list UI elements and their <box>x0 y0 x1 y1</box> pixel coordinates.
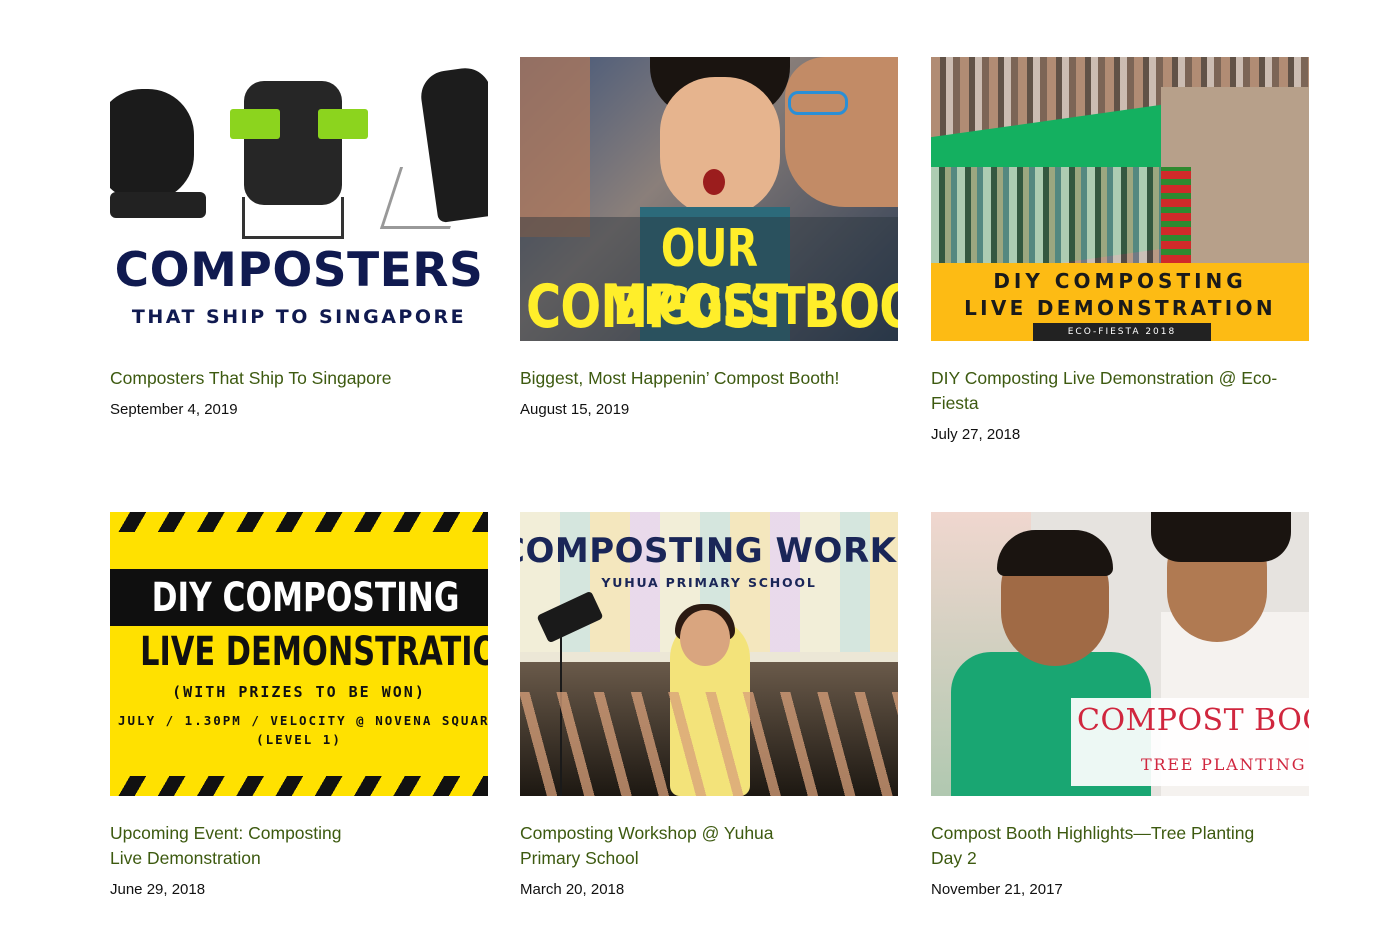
thumbnail-headline: COMPOSTING WORKSHOP <box>520 531 898 571</box>
thumbnail-subline: COMPOST BOOTH YET <box>526 272 898 341</box>
post-thumbnail[interactable]: COMPOSTING WORKSHOP YUHUA PRIMARY SCHOOL <box>520 512 898 796</box>
thumbnail-venue-line: JULY / 1.30PM / VELOCITY @ NOVENA SQUARE <box>118 713 488 728</box>
post-date: June 29, 2018 <box>110 881 206 898</box>
raised-hands-graphic <box>520 692 898 796</box>
post-thumbnail[interactable]: OUR BIGGEST COMPOST BOOTH YET <box>520 57 898 341</box>
thumbnail-prizes-line: (WITH PRIZES TO BE WON) <box>172 683 426 701</box>
post-title-link[interactable]: Composting Workshop @ Yuhua Primary Schoo… <box>520 821 898 871</box>
green-handle-graphic <box>318 109 368 139</box>
boy-face-graphic <box>785 57 898 207</box>
post-card: DIY COMPOSTING LIVE DEMONSTRATION ECO-FI… <box>931 57 1309 445</box>
thumbnail-subline: TREE PLANTING DAY <box>1141 755 1309 774</box>
thumbnail-subline: LIVE DEMONSTRATION <box>964 296 1276 320</box>
post-thumbnail[interactable]: COMPOST BOOTH TREE PLANTING DAY <box>931 512 1309 796</box>
glasses-graphic <box>788 91 848 115</box>
post-title-link[interactable]: Composters That Ship To Singapore <box>110 366 488 391</box>
post-card: OUR BIGGEST COMPOST BOOTH YET Biggest, M… <box>520 57 898 420</box>
post-title-link[interactable]: Upcoming Event: Composting Live Demonstra… <box>110 821 488 871</box>
girl-hair-graphic <box>1151 512 1291 562</box>
post-date: March 20, 2018 <box>520 881 625 898</box>
presenter-head-graphic <box>680 610 730 666</box>
post-title-link[interactable]: Compost Booth Highlights—Tree Planting Da… <box>931 821 1309 871</box>
post-date: August 15, 2019 <box>520 401 630 418</box>
girl-mouth-graphic <box>703 169 725 195</box>
post-title-link[interactable]: DIY Composting Live Demonstration @ Eco-… <box>931 366 1309 416</box>
post-thumbnail[interactable]: DIY COMPOSTING LIVE DEMONSTRATION (WITH … <box>110 512 488 796</box>
blog-archive-page: { "posts": [ { "title": "Composters That… <box>0 0 1392 927</box>
post-card: COMPOST BOOTH TREE PLANTING DAY Compost … <box>931 512 1309 900</box>
post-title-line: Upcoming Event: Composting <box>110 823 342 843</box>
post-title-line: Day 2 <box>931 848 977 868</box>
hazard-stripe <box>110 512 488 532</box>
audience-graphic <box>931 167 1171 263</box>
post-date: July 27, 2018 <box>931 426 1021 443</box>
post-thumbnail[interactable]: DIY COMPOSTING LIVE DEMONSTRATION ECO-FI… <box>931 57 1309 341</box>
boy-hair-graphic <box>997 530 1113 576</box>
post-date: September 4, 2019 <box>110 401 238 418</box>
post-title-line: Compost Booth Highlights—Tree Planting <box>931 823 1255 843</box>
post-card: DIY COMPOSTING LIVE DEMONSTRATION (WITH … <box>110 512 488 900</box>
post-title-line: Primary School <box>520 848 639 868</box>
thumbnail-headline: COMPOSTERS <box>114 243 484 298</box>
thumbnail-headline: COMPOST BOOTH <box>1077 703 1309 738</box>
thumbnail-tag: ECO-FIESTA 2018 <box>1033 323 1211 341</box>
thumbnail-headline: DIY COMPOSTING <box>151 575 460 621</box>
background-crowd-graphic <box>520 57 590 237</box>
green-handle-graphic <box>230 109 280 139</box>
hazard-stripe <box>110 776 488 796</box>
post-title-line: Live Demonstration <box>110 848 261 868</box>
tumbler-composter-graphic <box>244 81 342 205</box>
post-thumbnail[interactable]: COMPOSTERS THAT SHIP TO SINGAPORE <box>110 57 488 341</box>
post-title-link[interactable]: Biggest, Most Happenin’ Compost Booth! <box>520 366 898 391</box>
stand-legs-graphic <box>242 197 344 239</box>
post-card: COMPOSTING WORKSHOP YUHUA PRIMARY SCHOOL… <box>520 512 898 900</box>
drum-base-graphic <box>110 192 206 218</box>
girl-face-graphic <box>660 77 780 217</box>
thumbnail-subline: YUHUA PRIMARY SCHOOL <box>601 575 817 590</box>
thumbnail-subline: LIVE DEMONSTRATION <box>140 629 488 675</box>
post-card: COMPOSTERS THAT SHIP TO SINGAPORE Compos… <box>110 57 488 420</box>
drum-composter-graphic <box>110 89 194 201</box>
post-date: November 21, 2017 <box>931 881 1063 898</box>
flowers-graphic <box>1161 167 1191 263</box>
post-title-line: Composting Workshop @ Yuhua <box>520 823 774 843</box>
thumbnail-headline: DIY COMPOSTING <box>993 269 1247 293</box>
thumbnail-subline: THAT SHIP TO SINGAPORE <box>131 306 467 328</box>
thumbnail-level-line: (LEVEL 1) <box>256 732 342 747</box>
